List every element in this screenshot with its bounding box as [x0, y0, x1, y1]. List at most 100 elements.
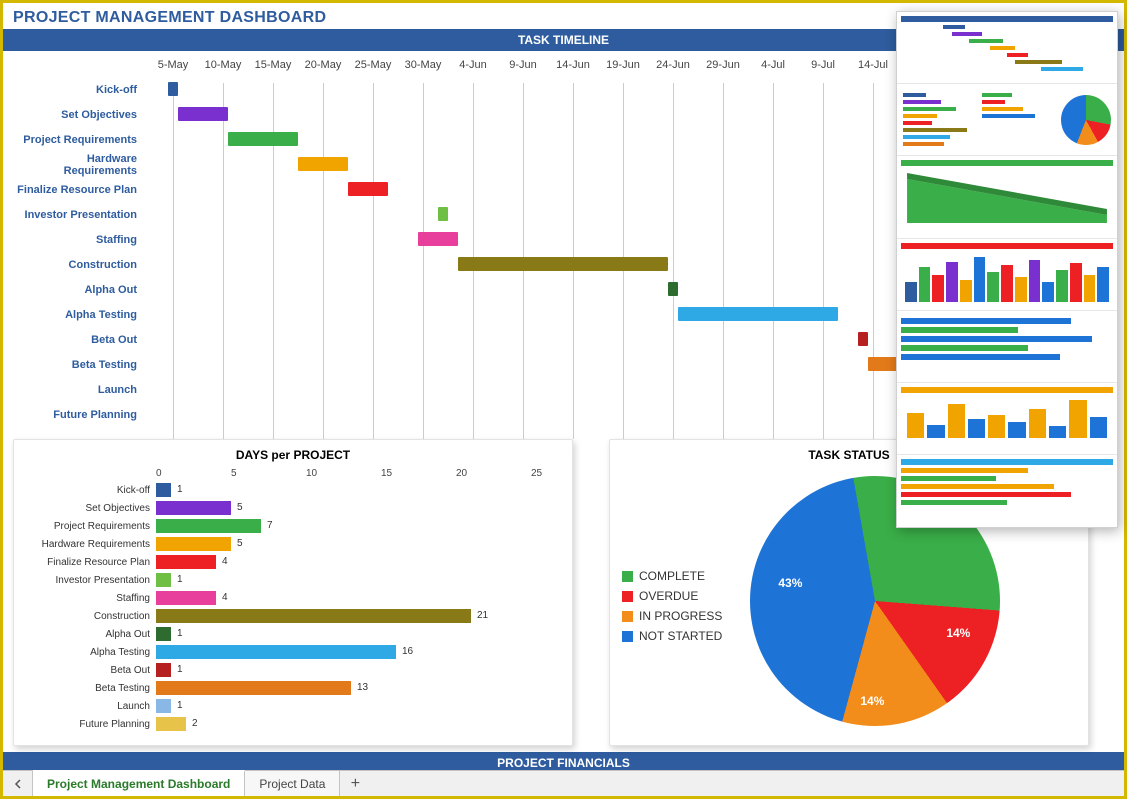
days-bar-label: Launch: [26, 701, 156, 712]
days-bar-row: Finalize Resource Plan 4: [26, 553, 560, 571]
days-bar-label: Alpha Out: [26, 629, 156, 640]
days-bar-value: 13: [357, 681, 368, 695]
gantt-row: Alpha Testing: [13, 302, 873, 327]
sheet-tab-dashboard[interactable]: Project Management Dashboard: [33, 770, 245, 796]
gantt-bar: [228, 132, 298, 146]
days-bar-value: 1: [177, 573, 183, 587]
thumbnail-4[interactable]: [897, 239, 1117, 311]
gantt-tick: 14-Jun: [548, 59, 598, 71]
days-bar-label: Project Requirements: [26, 521, 156, 532]
days-bar-value: 1: [177, 663, 183, 677]
gantt-row: Finalize Resource Plan: [13, 177, 873, 202]
thumbnail-1[interactable]: [897, 12, 1117, 84]
gantt-task-label: Alpha Out: [13, 284, 143, 296]
days-bar: [156, 591, 216, 605]
gantt-row: Alpha Out: [13, 277, 873, 302]
status-legend: COMPLETE OVERDUE IN PROGRESS NOT STARTED: [622, 563, 722, 649]
sheet-tab-project-data[interactable]: Project Data: [245, 771, 340, 796]
days-bar: [156, 519, 261, 533]
days-bar-row: Alpha Out1: [26, 625, 560, 643]
days-bar-row: Hardware Requirements5: [26, 535, 560, 553]
gantt-tick: 25-May: [348, 59, 398, 71]
gantt-row: Launch: [13, 377, 873, 402]
days-bar-row: Project Requirements 7: [26, 517, 560, 535]
days-bar-row: Construction 21: [26, 607, 560, 625]
days-bar-label: Alpha Testing: [26, 647, 156, 658]
gantt-row: Beta Testing: [13, 352, 873, 377]
days-bar-label: Construction: [26, 611, 156, 622]
gantt-task-label: Investor Presentation: [13, 209, 143, 221]
days-bar: [156, 663, 171, 677]
gantt-task-label: Future Planning: [13, 409, 143, 421]
days-bar-value: 5: [237, 537, 243, 551]
thumbnail-6[interactable]: [897, 383, 1117, 455]
gantt-task-label: Kick-off: [13, 84, 143, 96]
legend-inprogress: IN PROGRESS: [639, 609, 722, 623]
gantt-task-label: Alpha Testing: [13, 309, 143, 321]
gantt-row: Project Requirements: [13, 127, 873, 152]
days-bar-value: 1: [177, 483, 183, 497]
gantt-bar: [418, 232, 458, 246]
gantt-bar: [458, 257, 668, 271]
pie-label-overdue: 14%: [946, 626, 970, 640]
legend-complete: COMPLETE: [639, 569, 705, 583]
thumbnail-2[interactable]: [897, 84, 1117, 156]
thumbnail-5[interactable]: [897, 311, 1117, 383]
gantt-task-label: Project Requirements: [13, 134, 143, 146]
sheet-tab-bar: Project Management Dashboard Project Dat…: [3, 770, 1124, 796]
gantt-tick: 24-Jun: [648, 59, 698, 71]
days-bar-row: Beta Out 1: [26, 661, 560, 679]
gantt-bar: [668, 282, 678, 296]
add-sheet-button[interactable]: +: [340, 771, 370, 796]
days-bar: [156, 573, 171, 587]
gantt-row: Kick-off: [13, 77, 873, 102]
days-bar-value: 21: [477, 609, 488, 623]
days-bar-row: Kick-off1: [26, 481, 560, 499]
days-bar-value: 4: [222, 555, 228, 569]
gantt-task-label: Construction: [13, 259, 143, 271]
days-per-project-chart: DAYS per PROJECT 0510152025 Kick-off1Set…: [13, 439, 573, 746]
thumbnail-panel[interactable]: [896, 11, 1118, 528]
days-bar-row: Launch1: [26, 697, 560, 715]
days-bar-label: Finalize Resource Plan: [26, 557, 156, 568]
gantt-bar: [168, 82, 178, 96]
legend-notstarted: NOT STARTED: [639, 629, 722, 643]
days-bar: [156, 699, 171, 713]
gantt-row: Staffing: [13, 227, 873, 252]
days-bar-value: 16: [402, 645, 413, 659]
gantt-bar: [858, 332, 868, 346]
gantt-task-label: Beta Out: [13, 334, 143, 346]
days-bar-value: 2: [192, 717, 198, 731]
gantt-task-label: Finalize Resource Plan: [13, 184, 143, 196]
days-bar: [156, 483, 171, 497]
gantt-tick: 19-Jun: [598, 59, 648, 71]
days-bar-row: Beta Testing 13: [26, 679, 560, 697]
gantt-bar: [298, 157, 348, 171]
gantt-task-label: Staffing: [13, 234, 143, 246]
pie-label-notstarted: 43%: [778, 576, 802, 590]
thumbnail-7[interactable]: [897, 455, 1117, 527]
days-bar-label: Investor Presentation: [26, 575, 156, 586]
legend-overdue: OVERDUE: [639, 589, 698, 603]
gantt-tick: 4-Jul: [748, 59, 798, 71]
gantt-row: Beta Out: [13, 327, 873, 352]
gantt-row: Set Objectives: [13, 102, 873, 127]
days-bar-label: Beta Out: [26, 665, 156, 676]
gantt-tick: 14-Jul: [848, 59, 898, 71]
sheet-nav-button[interactable]: [3, 771, 33, 796]
gantt-tick: 29-Jun: [698, 59, 748, 71]
gantt-task-label: Set Objectives: [13, 109, 143, 121]
days-bar-value: 7: [267, 519, 273, 533]
days-bar-label: Staffing: [26, 593, 156, 604]
days-bar-label: Beta Testing: [26, 683, 156, 694]
gantt-tick: 20-May: [298, 59, 348, 71]
gantt-bar: [678, 307, 838, 321]
gantt-tick: 15-May: [248, 59, 298, 71]
days-bar: [156, 717, 186, 731]
thumbnail-3[interactable]: [897, 156, 1117, 239]
gantt-tick: 5-May: [148, 59, 198, 71]
days-bar-label: Set Objectives: [26, 503, 156, 514]
gantt-bar: [438, 207, 448, 221]
days-bar: [156, 645, 396, 659]
days-bar-value: 4: [222, 591, 228, 605]
